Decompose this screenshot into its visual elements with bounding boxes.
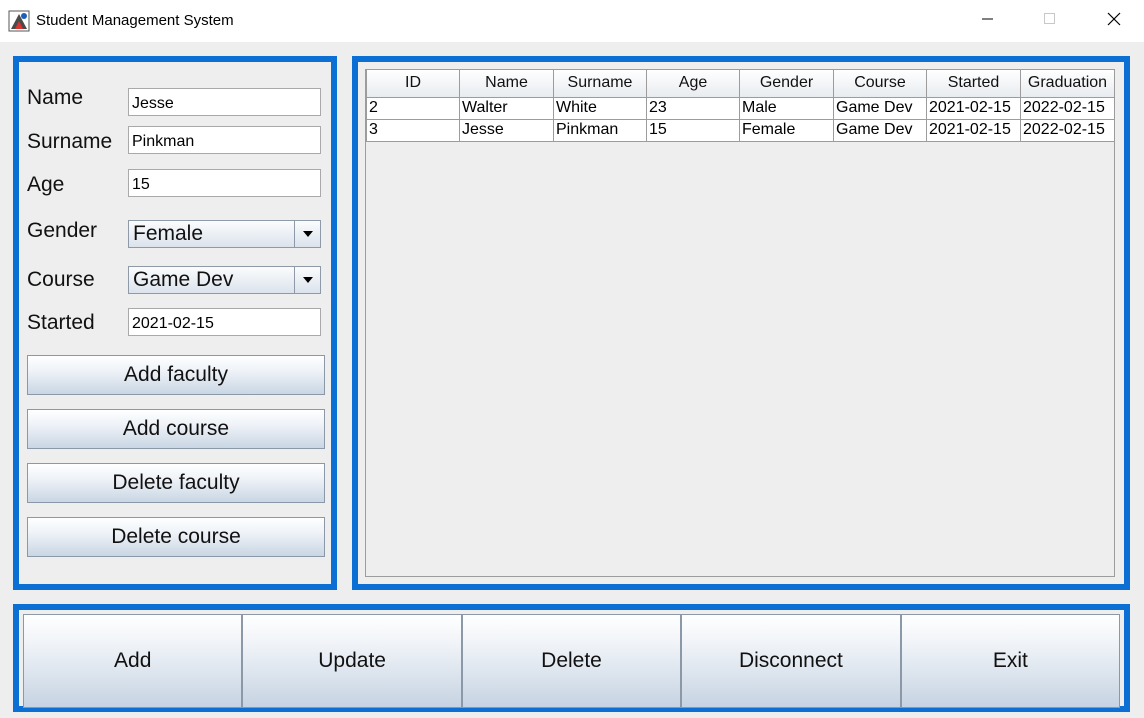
gender-select[interactable]: Female [128,220,321,248]
course-label: Course [27,268,95,291]
table-cell[interactable]: 2 [366,96,460,120]
students-table-panel: ID Name Surname Age Gender Course Starte… [352,56,1130,590]
close-button[interactable] [1084,0,1144,42]
column-header-started[interactable]: Started [926,70,1021,98]
table-cell[interactable]: Female [739,118,834,142]
column-header-age[interactable]: Age [646,70,740,98]
students-table-viewport[interactable]: ID Name Surname Age Gender Course Starte… [365,69,1115,577]
add-faculty-button[interactable]: Add faculty [27,355,325,395]
surname-label: Surname [27,130,113,153]
table-cell[interactable]: 2021-02-15 [926,96,1021,120]
table-cell[interactable]: Male [739,96,834,120]
column-header-course[interactable]: Course [833,70,927,98]
course-select[interactable]: Game Dev [128,266,321,294]
table-row[interactable]: 3 Jesse Pinkman 15 Female Game Dev 2021-… [366,118,1115,142]
course-selected-value: Game Dev [133,268,234,291]
maximize-button[interactable] [1020,0,1080,42]
java-app-icon[interactable] [8,10,30,32]
delete-course-button[interactable]: Delete course [27,517,325,557]
minimize-button[interactable] [958,0,1018,42]
table-header-row: ID Name Surname Age Gender Course Starte… [366,70,1115,98]
delete-button[interactable]: Delete [461,614,682,708]
student-form-panel: Name Surname Age Gender Female Course Ga… [13,56,337,590]
table-cell[interactable]: 23 [646,96,740,120]
close-icon [1107,12,1121,31]
gender-label: Gender [27,219,98,242]
started-input[interactable] [128,308,321,336]
disconnect-button[interactable]: Disconnect [681,614,901,708]
gender-selected-value: Female [133,222,204,245]
name-input[interactable] [128,88,321,116]
table-cell[interactable]: Jesse [459,118,554,142]
table-cell[interactable]: 2022-02-15 [1020,96,1115,120]
maximize-icon [1044,12,1056,30]
table-cell[interactable]: 3 [366,118,460,142]
add-course-button[interactable]: Add course [27,409,325,449]
column-header-id[interactable]: ID [366,70,460,98]
table-cell[interactable]: Game Dev [833,118,927,142]
column-header-name[interactable]: Name [459,70,554,98]
table-cell[interactable]: White [553,96,647,120]
surname-input[interactable] [128,126,321,154]
delete-faculty-button[interactable]: Delete faculty [27,463,325,503]
name-label: Name [27,86,84,109]
chevron-down-icon[interactable] [294,221,320,247]
chevron-down-icon[interactable] [294,267,320,293]
table-cell[interactable]: 15 [646,118,740,142]
column-header-gender[interactable]: Gender [739,70,834,98]
window-title: Student Management System [36,12,234,29]
age-label: Age [27,173,65,196]
table-cell[interactable]: 2021-02-15 [926,118,1021,142]
action-buttons-panel: Add Update Delete Disconnect Exit [13,604,1130,712]
table-cell[interactable]: 2022-02-15 [1020,118,1115,142]
table-cell[interactable]: Game Dev [833,96,927,120]
exit-button[interactable]: Exit [900,614,1121,708]
column-header-graduation[interactable]: Graduation [1020,70,1115,98]
table-cell[interactable]: Pinkman [553,118,647,142]
client-area: Name Surname Age Gender Female Course Ga… [0,42,1144,718]
add-button[interactable]: Add [23,614,243,708]
table-cell[interactable]: Walter [459,96,554,120]
minimize-icon [982,12,994,30]
age-input[interactable] [128,169,321,197]
action-buttons-row: Add Update Delete Disconnect Exit [23,614,1121,708]
update-button[interactable]: Update [242,614,462,708]
column-header-surname[interactable]: Surname [553,70,647,98]
table-row[interactable]: 2 Walter White 23 Male Game Dev 2021-02-… [366,96,1115,120]
students-table: ID Name Surname Age Gender Course Starte… [366,70,1115,142]
started-label: Started [27,311,95,334]
title-bar: Student Management System [0,0,1144,42]
